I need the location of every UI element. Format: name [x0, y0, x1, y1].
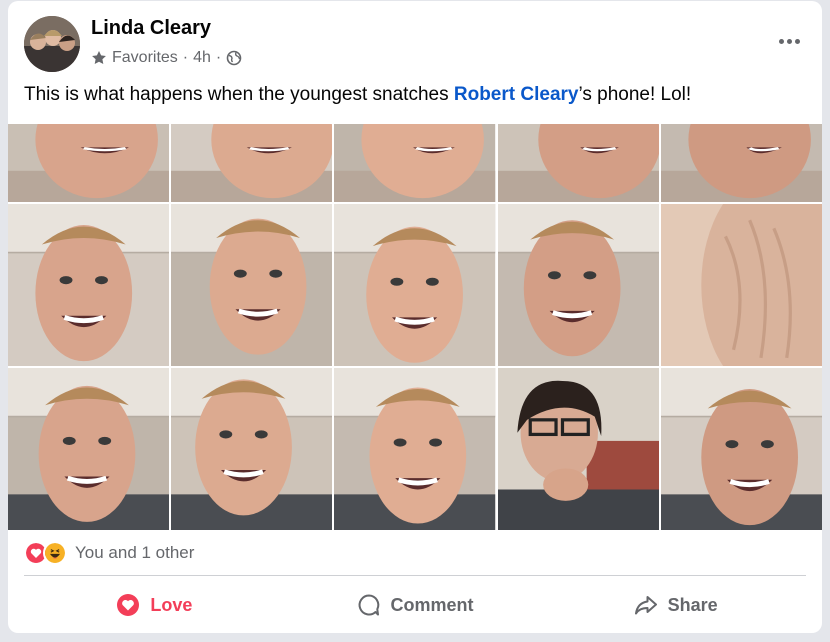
photo-tile[interactable] [8, 124, 170, 202]
love-button[interactable]: Love [24, 585, 285, 625]
photo-tile[interactable] [497, 124, 659, 202]
audience-label[interactable]: Favorites [112, 49, 178, 67]
photo-tile[interactable] [171, 368, 333, 530]
post-caption: This is what happens when the youngest s… [24, 84, 691, 106]
comment-button-label: Comment [390, 594, 474, 615]
reaction-icons [24, 541, 67, 565]
share-button[interactable]: Share [545, 585, 806, 625]
love-button-label: Love [150, 594, 193, 615]
photo-tile[interactable] [497, 368, 659, 530]
share-icon [634, 596, 657, 615]
comment-icon [358, 594, 379, 616]
haha-icon [43, 541, 67, 565]
action-bar: Love Comment Share [24, 585, 806, 625]
share-button-label: Share [667, 594, 718, 615]
photo-tile[interactable] [660, 368, 822, 530]
photo-tile[interactable] [334, 368, 496, 530]
photo-grid[interactable] [8, 124, 822, 530]
meta-separator: · [182, 49, 189, 66]
more-options-button[interactable] [774, 31, 804, 51]
photo-tile[interactable] [8, 204, 170, 366]
caption-text: ’s phone! Lol! [578, 84, 692, 105]
meta-separator: · [215, 49, 222, 66]
photo-tile[interactable] [171, 204, 333, 366]
star-icon [92, 51, 106, 64]
dot-icon [778, 38, 784, 44]
action-divider [24, 575, 806, 576]
comment-button[interactable]: Comment [285, 585, 546, 625]
photo-tile[interactable] [8, 368, 170, 530]
heart-icon [117, 594, 140, 616]
reaction-summary-text: You and 1 other [75, 543, 195, 562]
post-author-name[interactable]: Linda Cleary [91, 17, 211, 40]
post-card: Linda Cleary Favorites · 4h · This is wh… [8, 1, 822, 633]
photo-tile[interactable] [660, 124, 822, 202]
dot-icon [794, 38, 800, 44]
reaction-summary[interactable]: You and 1 other [24, 539, 194, 567]
author-avatar[interactable] [24, 16, 80, 72]
caption-text: This is what happens when the youngest s… [24, 84, 454, 105]
globe-icon [226, 50, 242, 66]
photo-tile[interactable] [171, 124, 333, 202]
dot-icon [786, 38, 792, 44]
photo-tile[interactable] [660, 204, 822, 366]
post-timestamp[interactable]: 4h [193, 49, 211, 67]
photo-tile[interactable] [334, 124, 496, 202]
post-meta: Favorites · 4h · [91, 47, 242, 69]
tagged-user-link[interactable]: Robert Cleary [454, 84, 579, 105]
photo-tile[interactable] [497, 204, 659, 366]
photo-tile[interactable] [334, 204, 496, 366]
